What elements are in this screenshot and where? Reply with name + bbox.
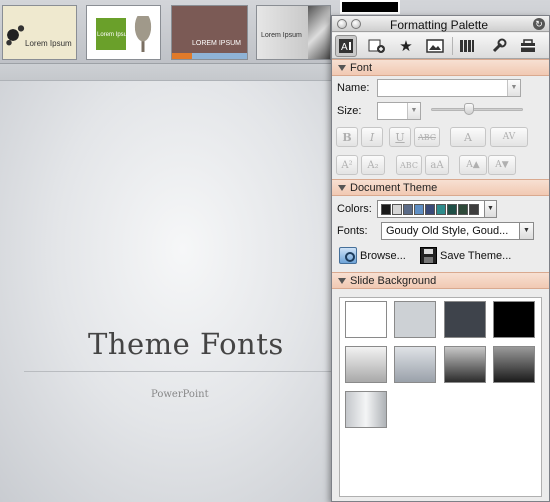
slide-canvas[interactable]: Theme Fonts PowerPoint — [0, 80, 334, 502]
theme-thumbnail-label: Lorem Ipsum — [97, 32, 133, 38]
browse-label: Browse... — [360, 249, 406, 262]
theme-fonts-value: Goudy Old Style, Goud... — [386, 225, 509, 237]
theme-thumbnail-3[interactable]: LOREM IPSUM — [171, 5, 248, 60]
grow-font-button[interactable]: A▲ — [459, 155, 487, 175]
disclosure-triangle-icon — [338, 65, 346, 71]
theme-thumbnail-1[interactable]: Lorem Ipsum — [2, 5, 77, 60]
photo-graphic — [308, 6, 330, 59]
font-size-combobox[interactable]: ▼ — [377, 102, 421, 120]
browse-themes-button[interactable]: Browse... — [339, 247, 406, 264]
theme-thumbnail-label: Lorem Ipsum — [261, 32, 302, 39]
background-tile[interactable] — [394, 301, 436, 338]
color-swatch — [425, 203, 435, 215]
document-elements-icon[interactable] — [456, 35, 478, 57]
chevron-down-icon[interactable]: ▼ — [484, 201, 496, 217]
favorites-icon[interactable]: ★ — [395, 35, 417, 57]
section-title: Font — [350, 62, 373, 74]
color-swatch — [381, 203, 391, 215]
font-name-combobox[interactable]: ▼ — [377, 79, 521, 97]
strikethrough-button[interactable]: ABC — [414, 127, 440, 147]
section-title: Slide Background — [350, 275, 437, 287]
color-swatch — [403, 203, 413, 215]
superscript-button[interactable]: A² — [336, 155, 358, 175]
background-tile[interactable] — [345, 346, 387, 383]
slide-background-section-header[interactable]: Slide Background — [332, 272, 549, 289]
tab-separator — [452, 37, 453, 55]
formatting-palette: Formatting Palette ↻ A ★ Font Name: ▼ Si… — [331, 15, 550, 502]
background-tile[interactable] — [444, 301, 486, 338]
background-tile[interactable] — [345, 301, 387, 338]
theme-thumbnail-4[interactable]: Lorem Ipsum — [256, 5, 331, 60]
color-swatch — [392, 203, 402, 215]
accent-bar — [192, 53, 247, 59]
theme-fonts-combobox[interactable]: Goudy Old Style, Goud... ▼ — [381, 222, 534, 240]
font-section-header[interactable]: Font — [332, 59, 549, 76]
save-theme-label: Save Theme... — [440, 249, 512, 262]
palette-tab-bar: A ★ — [332, 33, 549, 59]
color-swatch — [447, 203, 457, 215]
shrink-font-button[interactable]: A▼ — [488, 155, 516, 175]
close-button[interactable] — [337, 19, 347, 29]
palette-title: Formatting Palette — [390, 18, 489, 32]
disclosure-triangle-icon — [338, 278, 346, 284]
background-tile[interactable] — [493, 301, 535, 338]
text-box-icon[interactable]: A — [335, 35, 357, 57]
theme-colors-label: Colors: — [337, 203, 372, 215]
subscript-button[interactable]: A₂ — [361, 155, 385, 175]
theme-colors-picker[interactable] — [377, 200, 497, 218]
accent-bar — [172, 53, 192, 59]
picture-icon[interactable] — [424, 35, 446, 57]
title-rule — [24, 371, 334, 372]
theme-thumbnail-label: LOREM IPSUM — [192, 40, 242, 47]
chevron-down-icon[interactable]: ▼ — [507, 80, 520, 96]
tree-graphic — [129, 16, 157, 52]
change-case-button[interactable]: aA — [425, 155, 449, 175]
color-swatch — [414, 203, 424, 215]
save-theme-button[interactable]: Save Theme... — [420, 247, 511, 264]
font-color-button[interactable]: A — [450, 127, 486, 147]
background-style-gallery — [339, 297, 542, 497]
document-theme-section-header[interactable]: Document Theme — [332, 179, 549, 196]
toolbox-icon[interactable] — [488, 35, 510, 57]
palette-toggle-icon[interactable]: ↻ — [533, 18, 545, 30]
scrapbook-icon[interactable] — [517, 35, 539, 57]
background-tile[interactable] — [444, 346, 486, 383]
font-size-slider[interactable] — [431, 108, 523, 111]
theme-thumbnail-5[interactable] — [340, 0, 400, 14]
color-swatch — [469, 203, 479, 215]
font-name-label: Name: — [337, 82, 370, 94]
minimize-button[interactable] — [351, 19, 361, 29]
underline-button[interactable]: U — [389, 127, 411, 147]
theme-fonts-label: Fonts: — [337, 225, 368, 237]
slide-subtitle[interactable]: PowerPoint — [151, 389, 209, 400]
bold-button[interactable]: B — [336, 127, 358, 147]
background-tile[interactable] — [394, 346, 436, 383]
character-spacing-button[interactable]: AV — [490, 127, 528, 147]
background-tile[interactable] — [345, 391, 387, 428]
chevron-down-icon[interactable]: ▼ — [407, 103, 420, 119]
color-swatch — [458, 203, 468, 215]
color-swatch — [436, 203, 446, 215]
small-caps-button[interactable]: ABC — [396, 155, 422, 175]
theme-thumbnail-label: Lorem Ipsum — [25, 39, 72, 48]
slide-title[interactable]: Theme Fonts — [88, 327, 284, 361]
background-tile[interactable] — [493, 346, 535, 383]
section-title: Document Theme — [350, 182, 438, 194]
browse-folder-icon — [339, 247, 357, 264]
chevron-down-icon[interactable]: ▼ — [519, 223, 533, 239]
gallery-divider — [0, 64, 332, 80]
floppy-disk-icon — [420, 247, 437, 264]
theme-thumbnail-2[interactable]: Lorem Ipsum — [86, 5, 161, 60]
disclosure-triangle-icon — [338, 185, 346, 191]
italic-button[interactable]: I — [361, 127, 383, 147]
ink-splash-graphic — [5, 24, 25, 46]
palette-titlebar[interactable]: Formatting Palette ↻ — [332, 16, 549, 32]
font-size-label: Size: — [337, 105, 362, 117]
add-object-icon[interactable] — [366, 35, 388, 57]
svg-text:A: A — [341, 42, 348, 53]
slider-thumb[interactable] — [464, 103, 474, 115]
